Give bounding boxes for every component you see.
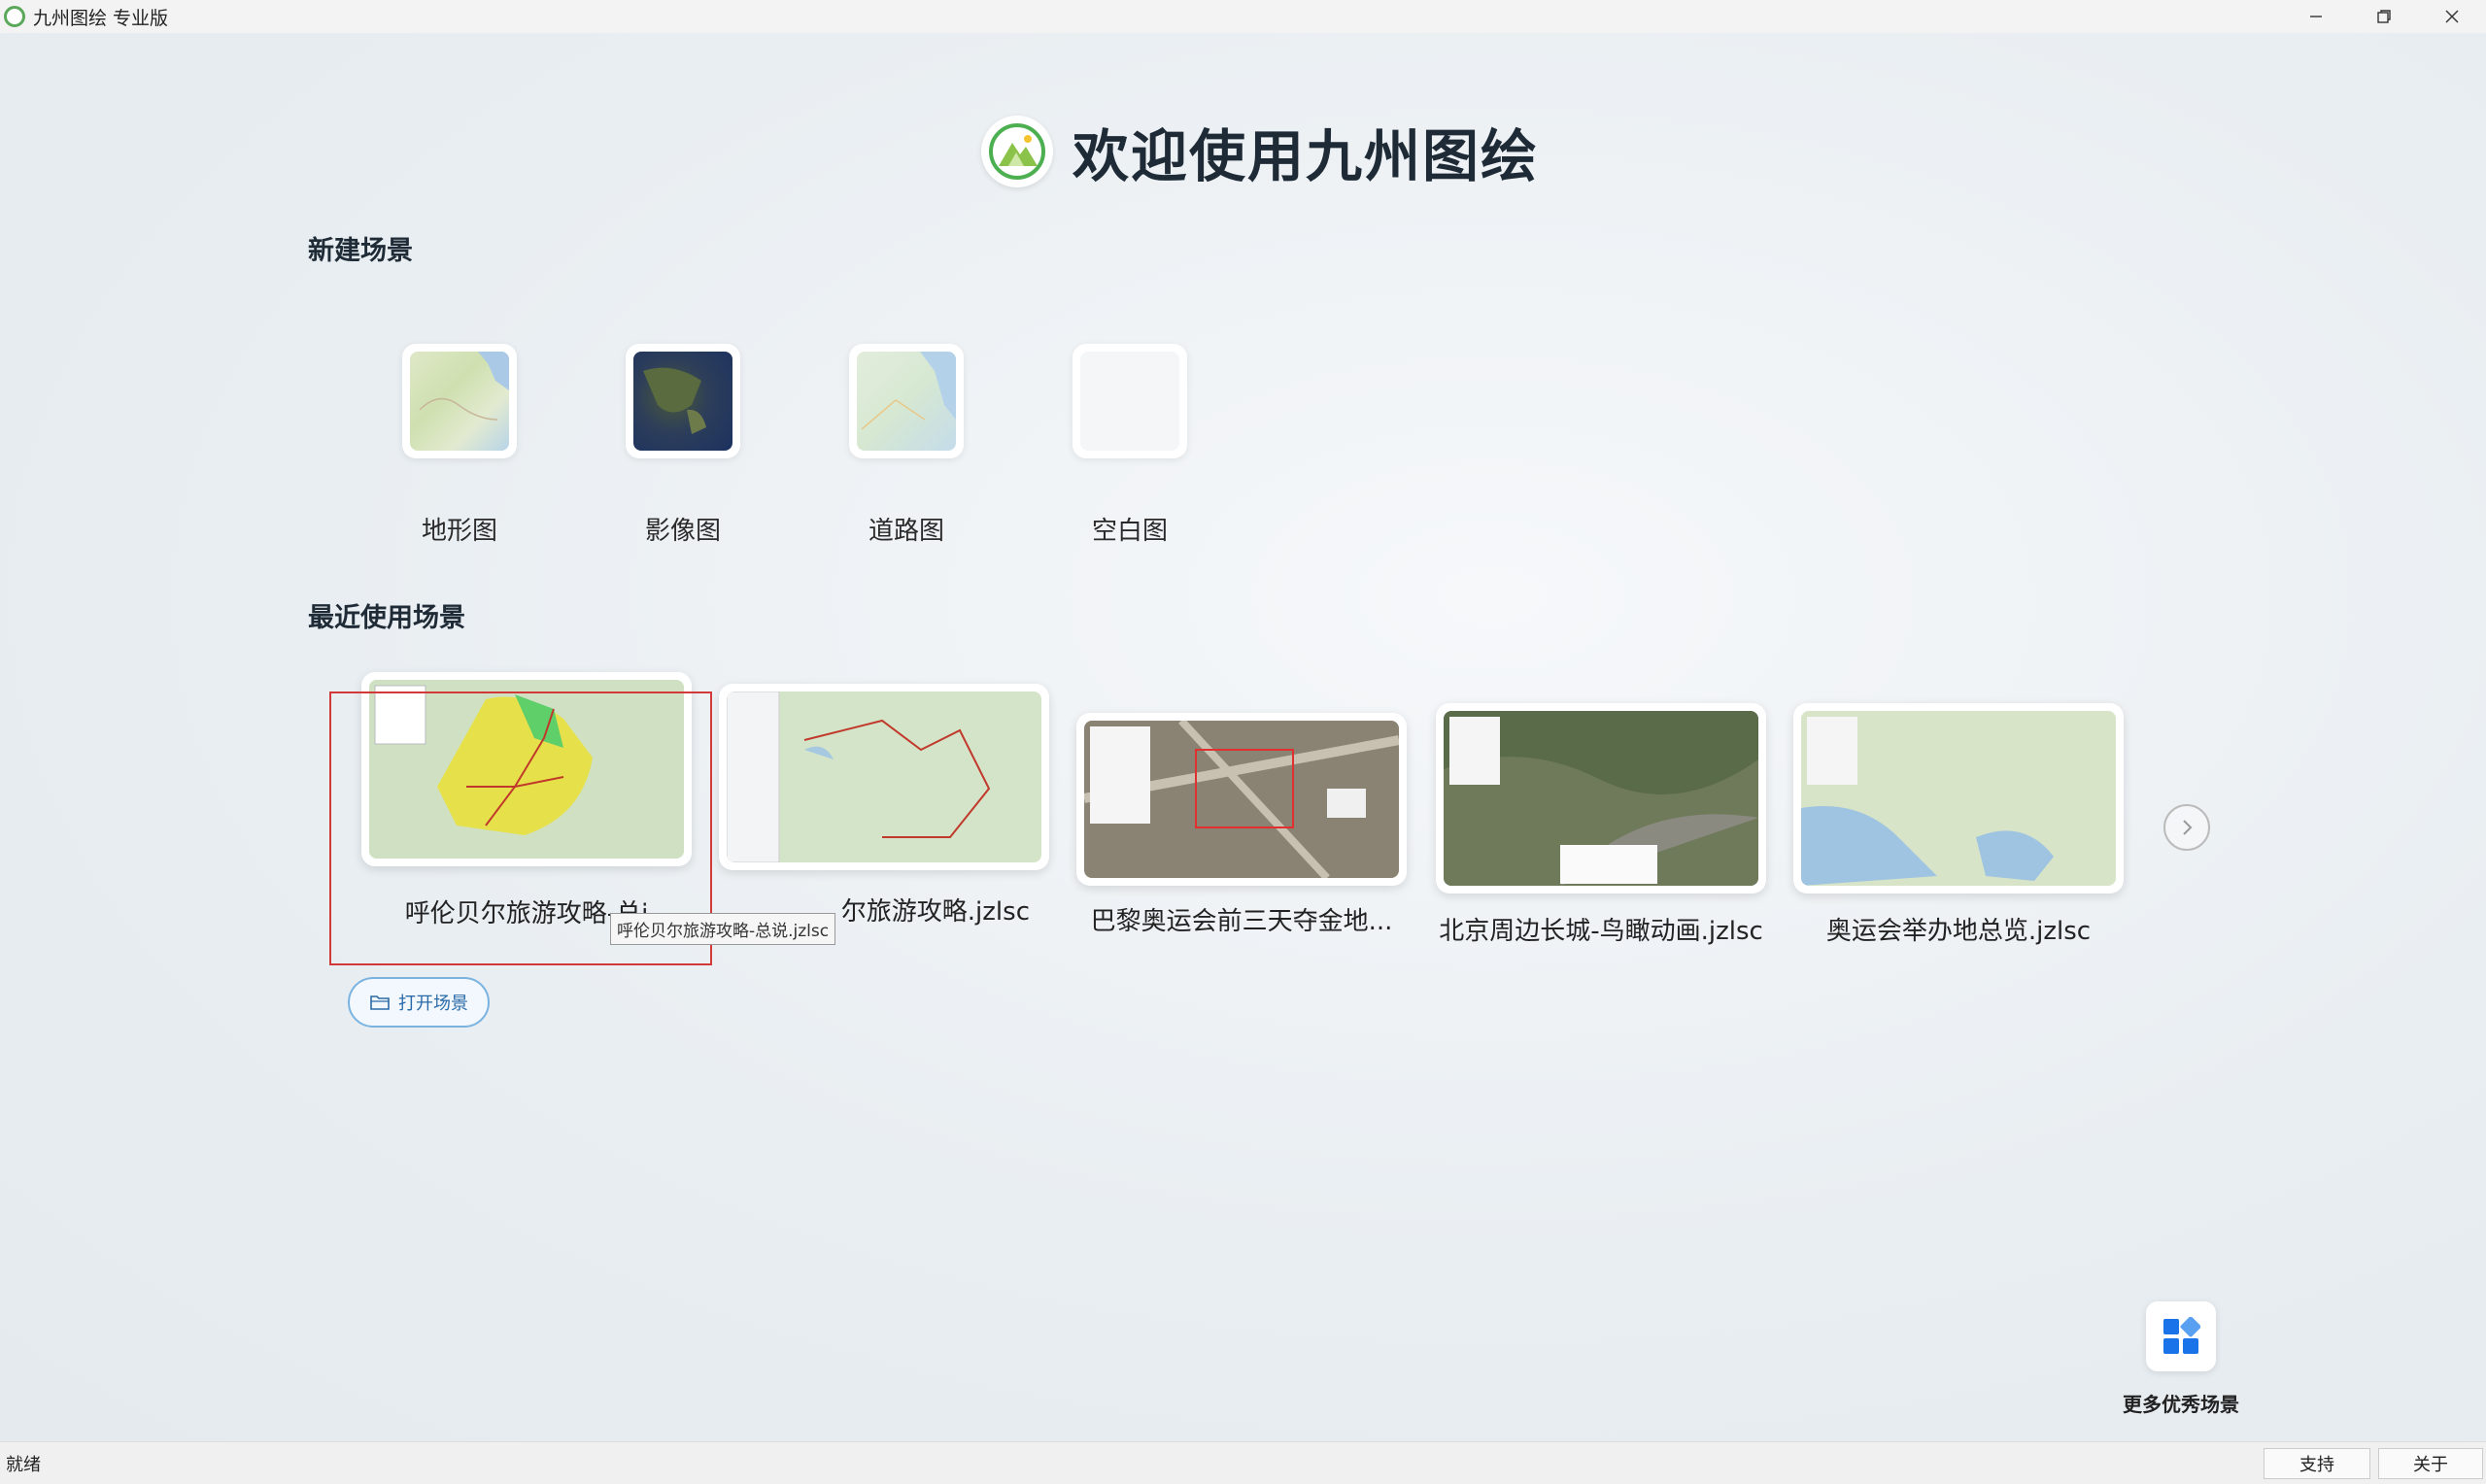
- welcome-page: 欢迎使用九州图绘 新建场景 地形图 影像图 道路图 空白图 最近使用场景 呼伦贝…: [0, 33, 2486, 1441]
- close-button[interactable]: [2418, 0, 2486, 33]
- recent-thumb: [719, 684, 1049, 870]
- tooltip: 呼伦贝尔旅游攻略-总说.jzlsc: [610, 913, 836, 945]
- minimize-icon: [2310, 16, 2322, 17]
- tile-label: 空白图: [1091, 517, 1168, 546]
- recent-scene-card[interactable]: 北京周边长城-鸟瞰动画.jzlsc: [1436, 703, 1766, 947]
- new-blank-map[interactable]: 空白图: [1042, 344, 1217, 547]
- next-page-button[interactable]: [2163, 804, 2210, 851]
- satellite-map-icon: [633, 352, 732, 451]
- map-thumbnail: [1444, 711, 1758, 886]
- recent-scene-card[interactable]: 尔旅游攻略.jzlsc: [719, 684, 1049, 928]
- recent-thumb: [1076, 713, 1407, 886]
- map-thumbnail: [1801, 711, 2116, 886]
- welcome-header: 欢迎使用九州图绘: [981, 111, 1539, 192]
- tile-label: 地形图: [421, 517, 497, 546]
- road-map-icon: [857, 352, 956, 451]
- tile-thumb: [402, 344, 517, 458]
- map-thumbnail: [1084, 721, 1399, 878]
- tile-thumb: [1073, 344, 1187, 458]
- support-button[interactable]: 支持: [2264, 1448, 2370, 1479]
- app-logo-icon: [4, 6, 25, 27]
- new-scene-title: 新建场景: [308, 236, 413, 266]
- terrain-map-icon: [410, 352, 509, 451]
- new-satellite-map[interactable]: 影像图: [596, 344, 770, 547]
- open-scene-label: 打开场景: [398, 994, 468, 1014]
- recent-scene-label: 巴黎奥运会前三天夺金地...: [1090, 907, 1393, 936]
- title-bar: 九州图绘 专业版: [0, 0, 2486, 33]
- new-terrain-map[interactable]: 地形图: [372, 344, 547, 547]
- about-button[interactable]: 关于: [2378, 1448, 2483, 1479]
- restore-icon: [2377, 10, 2391, 23]
- blank-map-icon: [1080, 352, 1179, 451]
- window-title: 九州图绘 专业版: [33, 7, 169, 29]
- recent-scene-card[interactable]: 奥运会举办地总览.jzlsc: [1793, 703, 2124, 947]
- folder-icon: [370, 995, 390, 1010]
- status-text: 就绪: [6, 1454, 41, 1475]
- grid-apps-icon: [2163, 1317, 2200, 1354]
- restore-button[interactable]: [2350, 0, 2418, 33]
- minimize-button[interactable]: [2282, 0, 2350, 33]
- page-title: 欢迎使用九州图绘: [1073, 123, 1540, 189]
- recent-scene-label: 奥运会举办地总览.jzlsc: [1825, 917, 2092, 946]
- recent-scenes-title: 最近使用场景: [308, 603, 465, 633]
- chevron-right-icon: [2183, 820, 2193, 835]
- map-thumbnail: [727, 691, 1041, 862]
- more-icon-box: [2146, 1301, 2216, 1371]
- close-icon: [2445, 10, 2459, 23]
- more-scenes-button[interactable]: 更多优秀场景: [2118, 1301, 2244, 1417]
- tile-label: 道路图: [868, 517, 944, 546]
- app-logo-icon: [981, 116, 1053, 187]
- recent-thumb: [1436, 703, 1766, 894]
- window-controls: [2282, 0, 2486, 33]
- new-road-map[interactable]: 道路图: [819, 344, 994, 547]
- recent-scene-card[interactable]: 巴黎奥运会前三天夺金地...: [1076, 713, 1407, 937]
- recent-thumb: [1793, 703, 2124, 894]
- recent-scene-label: 北京周边长城-鸟瞰动画.jzlsc: [1439, 917, 1763, 946]
- more-scenes-label: 更多优秀场景: [2123, 1393, 2239, 1416]
- tile-thumb: [626, 344, 740, 458]
- status-bar: 就绪 支持 关于: [0, 1441, 2486, 1484]
- tile-thumb: [849, 344, 964, 458]
- open-scene-button[interactable]: 打开场景: [348, 977, 490, 1028]
- tile-label: 影像图: [644, 517, 721, 546]
